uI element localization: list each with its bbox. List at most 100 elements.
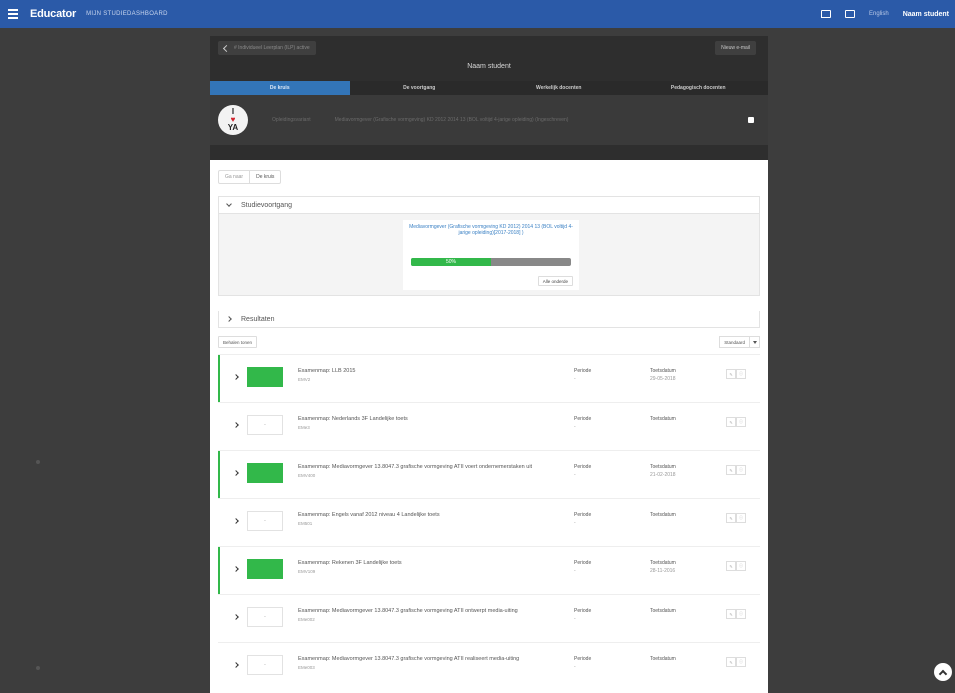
result-title: Examenmap: Mediavormgever 13.8047.3 graf… xyxy=(298,608,568,623)
info-button[interactable]: ⓘ xyxy=(736,513,746,523)
result-title: Examenmap: Engels vanaf 2012 niveau 4 La… xyxy=(298,512,568,527)
grade-box xyxy=(247,559,283,579)
table-row[interactable]: Examenmap: LLB 2015 EMV2 Periode - Toetsda… xyxy=(218,354,760,402)
result-period: Periode - xyxy=(574,368,592,382)
chevron-right-icon[interactable] xyxy=(233,518,239,524)
chat-icon[interactable] xyxy=(821,10,832,18)
resultaten-header[interactable]: Resultaten xyxy=(219,311,759,327)
result-code: EMe003 xyxy=(298,665,315,670)
result-code: EMV400 xyxy=(298,473,316,478)
user-menu[interactable]: Naam student xyxy=(903,11,949,18)
breadcrumb-item-current: De kruis xyxy=(249,171,280,183)
info-button[interactable]: ⓘ xyxy=(736,417,746,427)
result-title: Examenmap: Nederlands 3F Landelijke toet… xyxy=(298,416,568,431)
info-button[interactable]: ⓘ xyxy=(736,657,746,667)
table-row[interactable]: - Examenmap: Engels vanaf 2012 niveau 4 … xyxy=(218,498,760,546)
edit-button[interactable]: ✎ xyxy=(726,609,736,619)
edit-button[interactable]: ✎ xyxy=(726,465,736,475)
plan-selector[interactable]: # Individueel Leerplan (ILP) active xyxy=(218,41,316,55)
table-row[interactable]: - Examenmap: Mediavormgever 13.8047.3 gr… xyxy=(218,642,760,690)
breadcrumb-item[interactable]: Ga naar xyxy=(219,171,249,183)
result-title: Examenmap: LLB 2015 EMV2 xyxy=(298,368,568,383)
details-button[interactable]: Alle onderde xyxy=(537,276,573,286)
table-row[interactable]: - Examenmap: Nederlands 3F Landelijke to… xyxy=(218,402,760,450)
sort-select[interactable]: Standaard xyxy=(719,336,750,348)
chevron-down-icon xyxy=(226,201,232,207)
chevron-right-icon[interactable] xyxy=(233,662,239,668)
result-period: Periode - xyxy=(574,416,592,430)
progress-card: Mediavormgever (Grafische vormgeving KD … xyxy=(403,220,579,290)
scroll-to-top-button[interactable] xyxy=(934,663,952,681)
table-row[interactable]: Examenmap: Mediavormgever 13.8047.3 graf… xyxy=(218,450,760,498)
progress-bar: 50% xyxy=(411,258,571,266)
edit-button[interactable]: ✎ xyxy=(726,657,736,667)
tab-voortgang[interactable]: De voortgang xyxy=(349,81,489,95)
edit-button[interactable]: ✎ xyxy=(726,417,736,427)
voortgang-header[interactable]: Studievoortgang xyxy=(219,197,759,213)
result-date: Toetsdatum 29-05-2018 xyxy=(650,368,676,382)
sort-dropdown-toggle[interactable] xyxy=(750,336,760,348)
grade-box xyxy=(247,463,283,483)
results-list: Examenmap: LLB 2015 EMV2 Periode - Toetsda… xyxy=(218,354,760,690)
result-code: EMe002 xyxy=(298,617,315,622)
chevron-up-icon xyxy=(938,669,948,678)
grade-box: - xyxy=(247,655,283,675)
caret-down-icon xyxy=(752,340,757,344)
calendar-icon[interactable] xyxy=(845,10,856,18)
edit-button[interactable]: ✎ xyxy=(726,513,736,523)
chevron-right-icon[interactable] xyxy=(233,374,239,380)
result-period: Periode - xyxy=(574,608,592,622)
new-mail-button[interactable]: Nieuw e-mail xyxy=(715,41,756,55)
profile-panel: I ♥ YA Opleidingsvariant Mediavormgever … xyxy=(210,95,768,145)
main-content: Ga naar De kruis Studievoortgang Mediavo… xyxy=(210,160,768,693)
nav-title[interactable]: MIJN STUDIEDASHBOARD xyxy=(86,11,168,17)
grade-box: - xyxy=(247,511,283,531)
info-button[interactable]: ⓘ xyxy=(736,369,746,379)
chevron-right-icon[interactable] xyxy=(233,470,239,476)
app-logo[interactable]: Educator xyxy=(30,8,76,20)
result-code: EMV2 xyxy=(298,377,311,382)
tab-de-kruis[interactable]: De kruis xyxy=(210,81,350,95)
result-date: Toetsdatum xyxy=(650,416,676,422)
chevron-right-icon[interactable] xyxy=(233,614,239,620)
result-date: Toetsdatum xyxy=(650,512,676,518)
result-period: Periode - xyxy=(574,464,592,478)
resultaten-panel: Resultaten xyxy=(218,311,760,328)
table-row[interactable]: Examenmap: Rekenen 3F Landelijke toets EM… xyxy=(218,546,760,594)
progress-fill: 50% xyxy=(411,258,491,266)
result-title: Examenmap: Rekenen 3F Landelijke toets EM… xyxy=(298,560,568,575)
result-code: EMV109 xyxy=(298,569,316,574)
result-period: Periode - xyxy=(574,560,592,574)
result-period: Periode - xyxy=(574,512,592,526)
result-period: Periode - xyxy=(574,656,592,670)
info-button[interactable]: ⓘ xyxy=(736,465,746,475)
student-tabs: De kruis De voortgang Werkelijk docenten… xyxy=(210,81,768,95)
tab-pedagogisch-docenten[interactable]: Pedagogisch docenten xyxy=(628,81,768,95)
edit-icon[interactable] xyxy=(748,117,754,123)
table-row[interactable]: - Examenmap: Mediavormgever 13.8047.3 gr… xyxy=(218,594,760,642)
breadcrumb: Ga naar De kruis xyxy=(218,170,282,184)
menu-icon[interactable] xyxy=(8,9,18,19)
decorative-dot xyxy=(36,666,40,670)
result-date: Toetsdatum xyxy=(650,608,676,614)
chevron-right-icon[interactable] xyxy=(233,422,239,428)
chevron-right-icon[interactable] xyxy=(233,566,239,572)
chevron-right-icon xyxy=(226,316,232,322)
result-title: Examenmap: Mediavormgever 13.8047.3 graf… xyxy=(298,656,568,671)
chevron-left-icon xyxy=(222,44,231,52)
language-link[interactable]: English xyxy=(869,11,889,17)
edit-button[interactable]: ✎ xyxy=(726,561,736,571)
show-passed-button[interactable]: Behalen tonen xyxy=(218,336,258,348)
voortgang-panel: Studievoortgang Mediavormgever (Grafisch… xyxy=(218,196,760,296)
info-button[interactable]: ⓘ xyxy=(736,561,746,571)
grade-box: - xyxy=(247,607,283,627)
student-name: Naam student xyxy=(467,63,511,70)
edit-button[interactable]: ✎ xyxy=(726,369,736,379)
program-link[interactable]: Mediavormgever (Grafische vormgeving KD … xyxy=(403,220,579,236)
info-button[interactable]: ⓘ xyxy=(736,609,746,619)
avatar: I ♥ YA xyxy=(218,105,248,135)
grade-box: - xyxy=(247,415,283,435)
decorative-dot xyxy=(36,460,40,464)
result-date: Toetsdatum 21-02-2018 xyxy=(650,464,676,478)
tab-werkelijk-docenten[interactable]: Werkelijk docenten xyxy=(489,81,629,95)
